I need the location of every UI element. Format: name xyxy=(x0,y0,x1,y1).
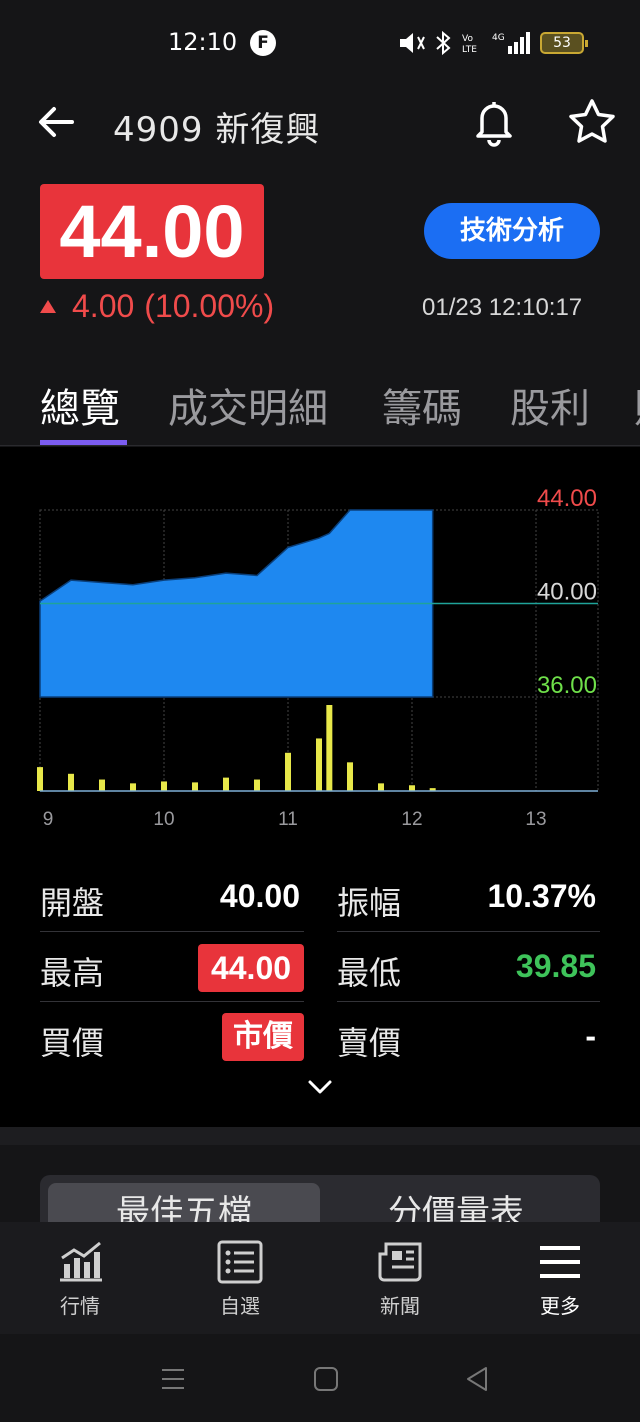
order-book-section: 最佳五檔 分價量表 xyxy=(0,1145,640,1222)
battery-icon: 53 xyxy=(540,32,588,54)
divider xyxy=(337,1001,600,1002)
volume-bar xyxy=(254,779,260,791)
recent-apps-icon[interactable] xyxy=(160,1366,186,1392)
x-tick-label: 9 xyxy=(43,809,54,830)
quote-timestamp: 01/23 12:10:17 xyxy=(422,294,583,321)
change-percent: (10.00%) xyxy=(144,288,275,324)
price-change: 4.00 (10.00%) xyxy=(40,288,274,325)
status-icons: Vo LTE 4G 53 xyxy=(396,28,588,58)
stock-title: 4909 新復興 xyxy=(113,110,321,150)
volume-bar xyxy=(99,779,105,791)
order-book-toggle: 最佳五檔 分價量表 xyxy=(40,1175,600,1222)
menu-icon xyxy=(540,1246,580,1278)
x-tick-label: 10 xyxy=(153,809,174,830)
divider xyxy=(40,931,304,932)
nav-news[interactable]: 新聞 xyxy=(350,1240,450,1319)
open-value: 40.00 xyxy=(219,878,300,914)
bluetooth-icon xyxy=(436,30,451,56)
open-label: 開盤 xyxy=(40,884,105,922)
back-arrow-icon[interactable] xyxy=(34,100,78,144)
tab-best-five[interactable]: 最佳五檔 xyxy=(48,1185,320,1222)
y-tick-label: 44.00 xyxy=(537,485,597,512)
chevron-down-icon[interactable] xyxy=(306,1078,334,1096)
volume-bar xyxy=(347,762,353,791)
app-header: 4909 新復興 xyxy=(0,84,640,164)
svg-text:Vo: Vo xyxy=(462,34,473,44)
volume-bar xyxy=(130,783,136,791)
intraday-chart: 44.00 40.00 36.00 9 10 11 12 13 xyxy=(37,485,599,830)
ask-label: 賣價 xyxy=(337,1024,402,1062)
section-divider xyxy=(0,1127,640,1145)
status-time: 12:10 xyxy=(168,28,238,56)
low-value: 39.85 xyxy=(515,948,596,984)
nav-market[interactable]: 行情 xyxy=(30,1240,130,1319)
volume-bar xyxy=(316,738,322,791)
y-tick-label: 40.00 xyxy=(537,579,597,606)
system-nav-bar xyxy=(0,1334,640,1422)
bid-label: 買價 xyxy=(40,1024,105,1062)
divider xyxy=(337,931,600,932)
nav-more-label: 更多 xyxy=(540,1294,580,1318)
volume-bar xyxy=(285,752,291,791)
nav-more[interactable]: 更多 xyxy=(510,1240,610,1319)
star-icon[interactable] xyxy=(566,96,618,148)
low-label: 最低 xyxy=(337,954,402,992)
volume-bar xyxy=(68,773,74,791)
nav-news-label: 新聞 xyxy=(380,1294,420,1318)
current-price-box: 44.00 xyxy=(40,184,264,279)
list-icon xyxy=(217,1240,263,1284)
tab-bar: 總覽 成交明細 籌碼 股利 財 xyxy=(0,360,640,446)
signal-icon: 4G xyxy=(492,32,530,54)
x-tick-label: 13 xyxy=(525,809,546,830)
tab-trade-details[interactable]: 成交明細 xyxy=(168,376,328,434)
system-back-icon[interactable] xyxy=(464,1366,490,1392)
tab-chips[interactable]: 籌碼 xyxy=(382,376,462,434)
volume-bar xyxy=(161,781,167,791)
home-icon[interactable] xyxy=(313,1366,339,1392)
volume-bar xyxy=(326,705,333,791)
volume-bar xyxy=(409,785,415,791)
x-tick-label: 11 xyxy=(278,809,298,830)
y-tick-label: 36.00 xyxy=(537,672,597,699)
volume-bar xyxy=(37,767,43,791)
technical-analysis-button[interactable]: 技術分析 xyxy=(424,203,600,259)
nav-watchlist-label: 自選 xyxy=(220,1294,260,1318)
bottom-nav: 行情 自選 新聞 更多 xyxy=(0,1222,640,1334)
active-tab-indicator xyxy=(40,440,127,445)
tab-overflow[interactable]: 財 xyxy=(634,376,640,434)
volume-bar xyxy=(223,777,229,791)
up-triangle-icon xyxy=(40,300,56,313)
svg-text:4G: 4G xyxy=(492,33,505,43)
nav-watchlist[interactable]: 自選 xyxy=(190,1240,290,1319)
tab-price-volume[interactable]: 分價量表 xyxy=(320,1185,592,1222)
current-price: 44.00 xyxy=(59,190,245,273)
volume-bar xyxy=(192,782,198,791)
volume-bar xyxy=(378,783,384,791)
amplitude-value: 10.37% xyxy=(487,878,596,914)
nav-market-label: 行情 xyxy=(60,1294,100,1318)
status-bar: 12:10 F Vo LTE 4G 53 xyxy=(0,0,640,84)
f-badge-icon: F xyxy=(250,30,276,56)
mute-icon xyxy=(400,33,425,53)
bell-icon[interactable] xyxy=(470,96,518,148)
high-label: 最高 xyxy=(40,954,105,992)
ask-value: - xyxy=(585,1018,596,1054)
x-tick-label: 12 xyxy=(401,809,422,830)
svg-text:LTE: LTE xyxy=(462,45,477,55)
divider xyxy=(40,1001,304,1002)
tab-dividend[interactable]: 股利 xyxy=(510,376,590,434)
high-value: 44.00 xyxy=(198,944,304,992)
tab-overview[interactable]: 總覽 xyxy=(40,376,120,434)
newspaper-icon xyxy=(378,1242,422,1282)
amplitude-label: 振幅 xyxy=(337,884,402,922)
bid-value: 市價 xyxy=(222,1013,304,1061)
volte-icon: Vo LTE xyxy=(462,34,477,55)
chart-bars-icon xyxy=(60,1241,102,1282)
change-value: 4.00 xyxy=(72,288,135,324)
